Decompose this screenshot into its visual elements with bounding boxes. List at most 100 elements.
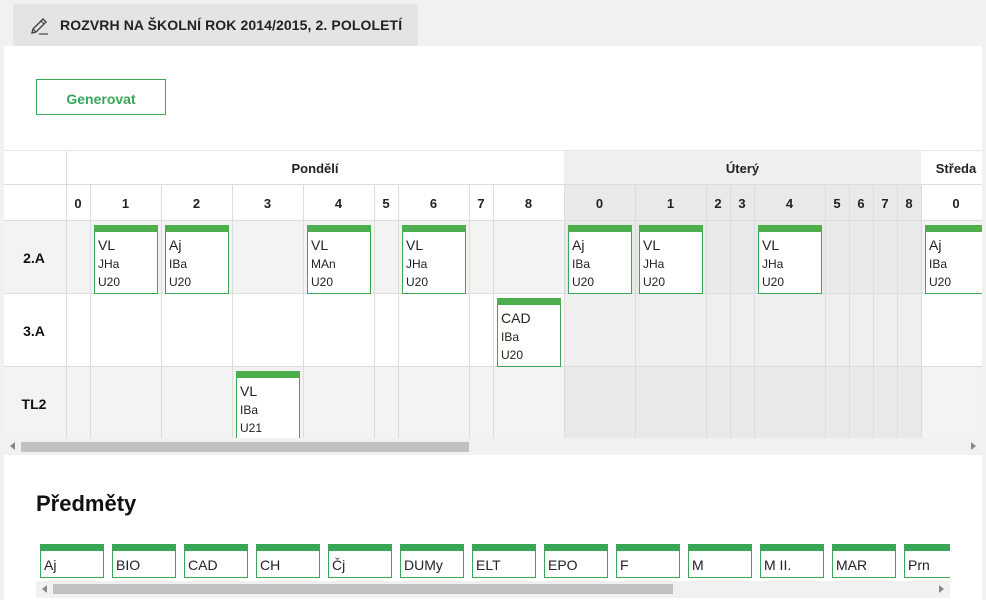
lesson-card[interactable]: VL JHa U20 (94, 225, 158, 294)
scrollbar-thumb[interactable] (21, 442, 469, 452)
lesson-teacher: IBa (929, 257, 947, 271)
period-header: 4 (786, 196, 794, 211)
lesson-room: U21 (240, 421, 262, 435)
lesson-room: U20 (762, 275, 784, 289)
lesson-room: U20 (572, 275, 594, 289)
lesson-room: U20 (406, 275, 428, 289)
lesson-subject: VL (762, 237, 779, 253)
lesson-room: U20 (311, 275, 333, 289)
subject-label: BIO (116, 557, 141, 573)
lesson-card[interactable]: Aj IBa U20 (568, 225, 632, 294)
subject-label: M II. (764, 557, 792, 573)
subject-label: Čj (332, 557, 346, 573)
lesson-room: U20 (501, 348, 523, 362)
period-header: 3 (738, 196, 745, 211)
lesson-subject: VL (240, 383, 257, 399)
lesson-subject: VL (98, 237, 115, 253)
lesson-card[interactable]: CAD IBa U20 (497, 298, 561, 367)
period-header: 7 (881, 196, 888, 211)
day-row-bg (921, 367, 982, 439)
period-header: 8 (905, 196, 912, 211)
subjects-scrollbar[interactable] (36, 581, 950, 598)
subject-chip[interactable]: Prn (904, 544, 950, 578)
period-header: 5 (833, 196, 840, 211)
scrollbar-thumb[interactable] (53, 584, 673, 594)
day-row-bg (564, 294, 921, 367)
scroll-right-icon[interactable] (971, 442, 976, 450)
lesson-teacher: IBa (240, 403, 258, 417)
subject-chip[interactable]: DUMy (400, 544, 464, 578)
period-header-bg (66, 185, 564, 221)
lesson-card[interactable]: VL JHa U20 (639, 225, 703, 294)
lesson-subject: VL (406, 237, 423, 253)
subject-label: EPO (548, 557, 578, 573)
generate-button[interactable]: Generovat (36, 79, 166, 115)
class-label: TL2 (22, 396, 47, 412)
tab-bar: ROZVRH NA ŠKOLNÍ ROK 2014/2015, 2. POLOL… (0, 0, 986, 46)
timetable-grid: Pondělí 0 1 2 3 4 5 6 7 8 Úterý 0 1 2 3 4 5 6 7 8 Středa 0 2.A… (4, 151, 982, 439)
lesson-teacher: MAn (311, 257, 336, 271)
lesson-subject: CAD (501, 310, 531, 326)
subject-label: DUMy (404, 557, 443, 573)
class-label: 2.A (23, 250, 45, 266)
lesson-teacher: JHa (406, 257, 428, 271)
subject-chip[interactable]: M II. (760, 544, 824, 578)
period-header: 6 (857, 196, 864, 211)
subject-label: M (692, 557, 704, 573)
class-label: 3.A (23, 323, 45, 339)
lesson-teacher: IBa (169, 257, 187, 271)
day-row-bg (921, 294, 982, 367)
period-header: 4 (335, 196, 343, 211)
lesson-room: U20 (929, 275, 951, 289)
lesson-subject: Aj (929, 237, 941, 253)
lesson-teacher: JHa (98, 257, 120, 271)
lesson-room: U20 (169, 275, 191, 289)
subject-chip[interactable]: ELT (472, 544, 536, 578)
subject-chip[interactable]: Čj (328, 544, 392, 578)
subject-chip[interactable]: F (616, 544, 680, 578)
period-header: 5 (382, 196, 389, 211)
subject-chip[interactable]: EPO (544, 544, 608, 578)
subject-chip[interactable]: BIO (112, 544, 176, 578)
lesson-teacher: IBa (572, 257, 590, 271)
subject-label: F (620, 557, 629, 573)
subject-label: ELT (476, 557, 501, 573)
lesson-room: U20 (643, 275, 665, 289)
day-header: Pondělí (292, 161, 339, 176)
timetable-scrollbar[interactable] (4, 438, 982, 455)
lesson-card[interactable]: VL JHa U20 (402, 225, 466, 294)
scroll-left-icon[interactable] (10, 442, 15, 450)
lesson-card[interactable]: VL MAn U20 (307, 225, 371, 294)
lesson-teacher: JHa (762, 257, 784, 271)
subject-chip[interactable]: MAR (832, 544, 896, 578)
day-header: Středa (936, 161, 977, 176)
lesson-room: U20 (98, 275, 120, 289)
day-row-bg (66, 367, 564, 439)
lesson-card[interactable]: Aj IBa U20 (925, 225, 982, 294)
period-header: 2 (193, 196, 200, 211)
subject-label: Prn (908, 557, 930, 573)
subjects-list: Aj BIO CAD CH Čj DUMy ELT EPO F M M II. MAR Prn (40, 544, 950, 580)
subjects-heading: Předměty (36, 491, 137, 516)
period-header: 0 (596, 196, 603, 211)
lesson-card[interactable]: VL IBa U21 (236, 371, 300, 439)
subject-chip[interactable]: Aj (40, 544, 104, 578)
subject-label: CAD (188, 557, 218, 573)
scroll-left-icon[interactable] (42, 585, 47, 593)
timetable: Pondělí 0 1 2 3 4 5 6 7 8 Úterý 0 1 2 3 4 5 6 7 8 Středa 0 2.A… (4, 150, 982, 439)
scroll-right-icon[interactable] (939, 585, 944, 593)
period-header: 0 (74, 196, 81, 211)
subject-chip[interactable]: M (688, 544, 752, 578)
lesson-teacher: IBa (501, 330, 519, 344)
lesson-subject: Aj (169, 237, 181, 253)
period-header: 7 (477, 196, 484, 211)
pencil-icon (31, 18, 48, 35)
lesson-card[interactable]: VL JHa U20 (758, 225, 822, 294)
lesson-subject: VL (643, 237, 660, 253)
lesson-card[interactable]: Aj IBa U20 (165, 225, 229, 294)
tab-timetable[interactable]: ROZVRH NA ŠKOLNÍ ROK 2014/2015, 2. POLOL… (13, 4, 418, 46)
subject-chip[interactable]: CAD (184, 544, 248, 578)
subject-chip[interactable]: CH (256, 544, 320, 578)
period-header: 6 (430, 196, 437, 211)
subject-label: MAR (836, 557, 868, 573)
